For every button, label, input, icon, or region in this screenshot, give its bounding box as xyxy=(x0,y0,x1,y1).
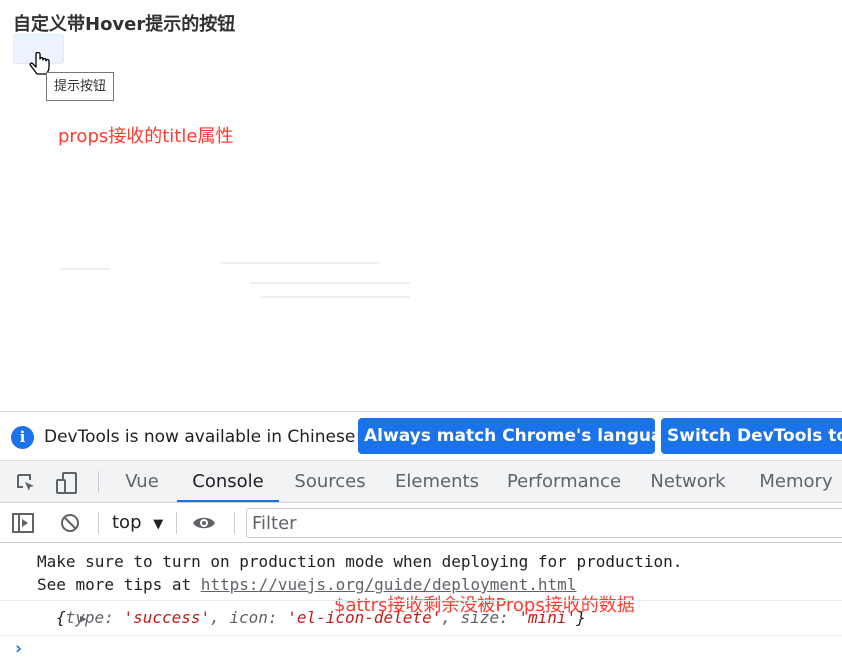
faint-line xyxy=(220,262,380,264)
annotation-title-prop: props接收的title属性 xyxy=(58,126,234,147)
log-message-tips: See more tips at https://vuejs.org/guide… xyxy=(37,575,576,594)
obj-key-icon: , icon: xyxy=(210,608,288,627)
obj-key-type: type: xyxy=(65,608,124,627)
tab-divider xyxy=(98,471,99,493)
deployment-guide-link[interactable]: https://vuejs.org/guide/deployment.html xyxy=(201,575,577,594)
toolbar-divider xyxy=(234,512,235,534)
faint-line xyxy=(260,296,410,298)
context-select-label: top xyxy=(112,512,142,533)
tab-sources[interactable]: Sources xyxy=(292,461,368,502)
tab-network[interactable]: Network xyxy=(646,461,730,502)
tab-console[interactable]: Console xyxy=(177,461,279,502)
language-infobar: i DevTools is now available in Chinese! … xyxy=(0,411,842,461)
switch-devtools-language-button[interactable]: Switch DevTools to C xyxy=(661,418,842,454)
obj-value-type: 'success' xyxy=(123,608,211,627)
toolbar-divider xyxy=(176,512,177,534)
info-icon: i xyxy=(11,426,34,449)
console-prompt-chevron-icon[interactable]: › xyxy=(13,638,24,659)
log-separator xyxy=(0,600,842,601)
expand-arrow-icon[interactable]: ▶ xyxy=(80,612,87,625)
caret-down-icon: ▼ xyxy=(153,517,164,532)
log-tips-prefix: See more tips at xyxy=(37,575,201,594)
devtools-tabbar: Vue Console Sources Elements Performance… xyxy=(0,461,842,503)
tab-elements[interactable]: Elements xyxy=(392,461,482,502)
always-match-language-button[interactable]: Always match Chrome's language xyxy=(358,418,655,454)
infobar-message: DevTools is now available in Chinese! xyxy=(44,427,363,447)
context-select[interactable]: top ▼ xyxy=(112,512,163,533)
faint-line xyxy=(250,282,410,284)
log-object-entry[interactable]: ▶ {type: 'success', icon: 'el-icon-delet… xyxy=(40,608,586,627)
obj-open: { xyxy=(56,608,66,627)
page-title: 自定义带Hover提示的按钮 xyxy=(13,14,236,35)
tab-vue[interactable]: Vue xyxy=(120,461,164,502)
faint-line xyxy=(60,268,110,270)
log-separator xyxy=(0,635,842,636)
live-expression-eye-icon[interactable] xyxy=(192,512,216,534)
obj-key-size: , size: xyxy=(441,608,519,627)
toolbar-divider xyxy=(98,512,99,534)
filter-input[interactable]: Filter xyxy=(246,508,842,538)
tab-performance[interactable]: Performance xyxy=(505,461,623,502)
filter-placeholder: Filter xyxy=(252,513,297,534)
devtools-panel: i DevTools is now available in Chinese! … xyxy=(0,411,842,661)
console-toolbar: top ▼ Filter $attrs接收剩余没被Props接收的数据 xyxy=(0,503,842,616)
obj-close: } xyxy=(576,608,586,627)
tab-memory[interactable]: Memory xyxy=(754,461,838,502)
tooltip: 提示按钮 xyxy=(46,72,115,101)
clear-console-icon[interactable] xyxy=(58,512,82,534)
inspect-element-icon[interactable] xyxy=(14,471,38,495)
toggle-sidebar-icon[interactable] xyxy=(11,512,35,534)
device-toolbar-icon[interactable] xyxy=(55,471,79,495)
obj-value-size: 'mini' xyxy=(518,608,577,627)
log-message-production: Make sure to turn on production mode whe… xyxy=(37,552,683,571)
obj-value-icon: 'el-icon-delete' xyxy=(287,608,442,627)
